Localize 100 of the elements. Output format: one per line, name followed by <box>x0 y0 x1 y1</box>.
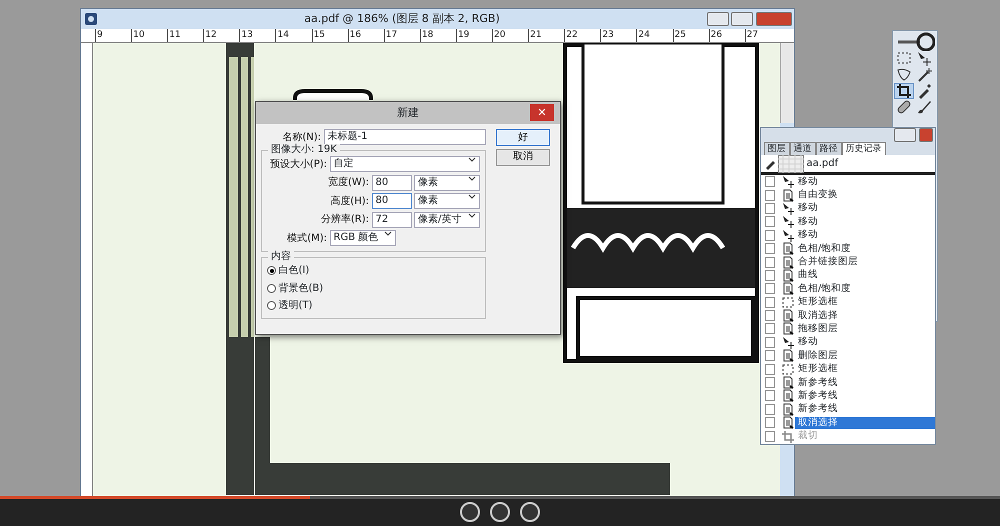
history-checkbox[interactable] <box>765 417 775 428</box>
history-checkbox[interactable] <box>765 202 775 214</box>
history-item[interactable]: 新参考线 <box>795 390 841 402</box>
history-item[interactable]: 取消选择 <box>795 310 841 322</box>
input-field[interactable]: 72 <box>372 212 412 228</box>
history-item[interactable]: 矩形选框 <box>795 296 841 308</box>
history-checkbox[interactable] <box>765 243 775 254</box>
radio-button[interactable] <box>267 284 276 292</box>
history-item[interactable]: 自由变换 <box>795 189 841 202</box>
history-checkbox[interactable] <box>765 190 775 201</box>
ruler-label: 15 <box>312 29 348 42</box>
history-item[interactable]: 矩形选框 <box>795 363 841 376</box>
ruler-label: 13 <box>239 29 276 42</box>
move-icon <box>781 215 795 228</box>
dialog-button[interactable]: 好 <box>496 129 550 146</box>
window-title: aa.pdf @ 186% (图层 8 副本 2, RGB) <box>303 10 501 27</box>
history-item[interactable]: 移动 <box>795 176 821 188</box>
history-checkbox[interactable] <box>765 230 775 241</box>
caret-icon <box>468 176 476 182</box>
play-button[interactable] <box>490 502 510 522</box>
dialog-button[interactable]: 取消 <box>496 148 550 166</box>
history-checkbox[interactable] <box>765 283 775 294</box>
mode-dropdown[interactable]: RGB 颜色 <box>330 230 396 246</box>
field-label: 高度(H): <box>329 194 369 208</box>
history-checkbox[interactable] <box>765 404 775 415</box>
marquee-icon <box>781 296 795 309</box>
radio-button[interactable] <box>267 301 276 310</box>
ruler-label: 26 <box>708 29 745 42</box>
document-icon <box>781 376 795 390</box>
input-field[interactable]: 80 <box>372 174 412 190</box>
history-checkbox[interactable] <box>765 310 775 322</box>
history-checkbox[interactable] <box>765 336 775 348</box>
ruler-label: 20 <box>492 29 528 42</box>
history-item[interactable]: 色相/饱和度 <box>795 282 854 295</box>
history-checkbox[interactable] <box>765 390 775 402</box>
ruler-label: 14 <box>275 29 312 42</box>
panel-tab[interactable]: 历史记录 <box>842 142 886 155</box>
history-item[interactable]: 拖移图层 <box>795 322 841 335</box>
field-label: 预设大小(P): <box>268 158 327 172</box>
ruler-label: 22 <box>564 29 600 42</box>
caret-icon <box>468 212 476 218</box>
history-checkbox[interactable] <box>765 377 775 388</box>
history-checkbox[interactable] <box>765 364 775 375</box>
close-button[interactable]: ✕ <box>530 104 554 121</box>
ruler-label: 11 <box>167 29 204 42</box>
ruler-label: 21 <box>528 29 564 42</box>
history-item[interactable]: 移动 <box>795 336 821 348</box>
history-checkbox[interactable] <box>765 256 775 268</box>
panel-tab[interactable]: 图层 <box>764 142 790 155</box>
history-checkbox[interactable] <box>765 176 775 188</box>
history-checkbox[interactable] <box>765 323 775 334</box>
ruler-label: 16 <box>348 29 384 42</box>
unit-dropdown[interactable]: 像素 <box>414 193 480 209</box>
marquee-icon <box>781 362 795 376</box>
input-field[interactable]: 80 <box>372 193 412 209</box>
history-checkbox[interactable] <box>765 216 775 228</box>
unit-dropdown[interactable]: 像素 <box>414 174 480 190</box>
history-item[interactable]: 新参考线 <box>795 403 841 416</box>
field-label: 名称(N): <box>281 130 321 144</box>
close-button[interactable] <box>756 12 792 26</box>
crop-tool-icon[interactable] <box>894 83 914 99</box>
ruler-label: 27 <box>744 29 781 42</box>
close-button[interactable] <box>918 128 932 142</box>
maximize-button[interactable] <box>731 12 753 26</box>
snapshot-thumbnail <box>778 155 804 172</box>
progress-track[interactable] <box>0 496 1000 499</box>
caret-icon <box>468 157 476 163</box>
history-item[interactable]: 移动 <box>795 229 821 242</box>
scroll-bar[interactable] <box>780 43 794 123</box>
history-item[interactable]: 移动 <box>795 216 821 228</box>
previous-button[interactable] <box>460 502 480 522</box>
history-item[interactable]: 移动 <box>795 202 821 214</box>
ruler-label: 24 <box>636 29 672 42</box>
radio-button[interactable] <box>267 266 276 275</box>
group-label: 内容 <box>268 251 294 263</box>
snapshot-name[interactable]: aa.pdf <box>806 156 838 171</box>
history-item[interactable]: 删除图层 <box>795 350 841 362</box>
minimize-button[interactable] <box>894 128 916 142</box>
unit-dropdown[interactable]: 像素/英寸 <box>414 212 480 228</box>
history-item[interactable]: 取消选择 <box>795 416 935 429</box>
field-label: 模式(M): <box>286 232 327 246</box>
history-checkbox[interactable] <box>765 270 775 281</box>
history-item[interactable]: 色相/饱和度 <box>795 242 854 255</box>
app-icon <box>84 12 98 26</box>
history-checkbox[interactable] <box>765 296 775 308</box>
group-label: 图像大小: 19K <box>268 144 340 156</box>
history-item[interactable]: 合并链接图层 <box>795 256 861 268</box>
history-item[interactable]: 曲线 <box>795 269 821 282</box>
name-field[interactable]: 未标题-1 <box>324 129 486 145</box>
document-icon <box>781 389 795 402</box>
preset-dropdown[interactable]: 自定 <box>330 156 480 172</box>
history-checkbox[interactable] <box>765 350 775 362</box>
ruler-label: 25 <box>672 29 709 42</box>
document-icon <box>781 242 795 256</box>
next-button[interactable] <box>520 502 540 522</box>
panel-tab[interactable]: 通道 <box>790 142 816 155</box>
panel-tab[interactable]: 路径 <box>816 142 842 155</box>
crop-icon <box>781 430 795 443</box>
history-item[interactable]: 新参考线 <box>795 376 841 389</box>
minimize-button[interactable] <box>706 12 728 26</box>
